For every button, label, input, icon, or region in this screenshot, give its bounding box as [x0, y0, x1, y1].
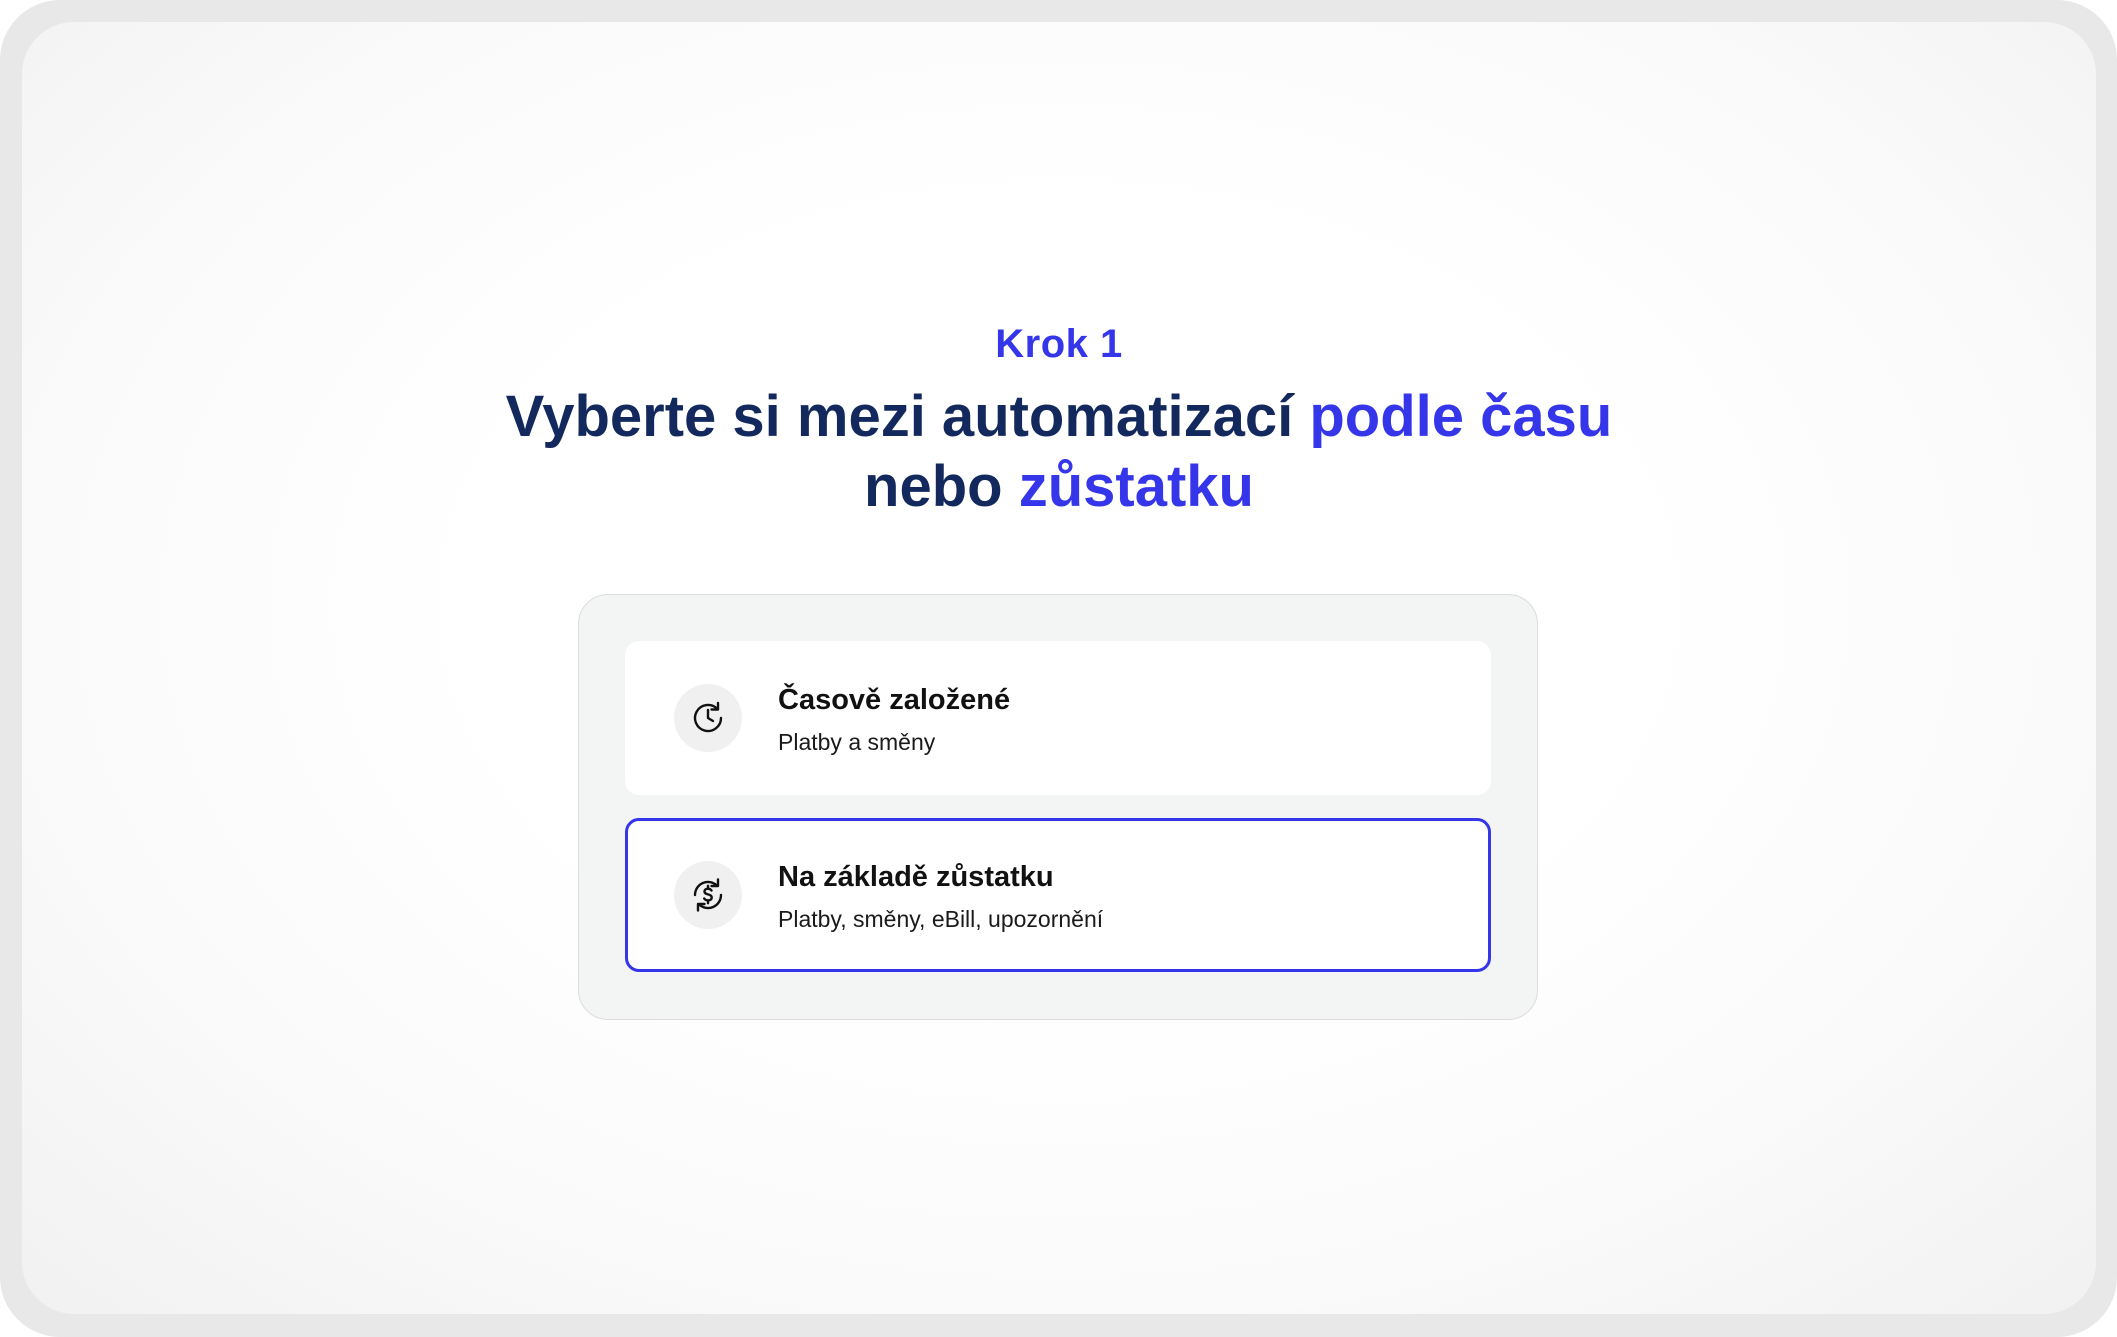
balance-cycle-icon	[674, 861, 742, 929]
option-balance-based[interactable]: Na základě zůstatku Platby, směny, eBill…	[625, 818, 1491, 972]
step-label: Krok 1	[995, 322, 1123, 366]
title-accent-time: podle času	[1309, 384, 1613, 449]
option-subtitle: Platby a směny	[778, 729, 936, 755]
title-text-part1: Vyberte si mezi automatizací	[505, 384, 1310, 449]
title-accent-balance: zůstatku	[1018, 454, 1254, 519]
option-title: Na základě zůstatku	[778, 861, 1054, 893]
option-time-based[interactable]: Časově založené Platby a směny	[625, 641, 1491, 795]
content-area: Krok 1 Vyberte si mezi automatizací podl…	[22, 22, 2096, 1314]
window-frame: Krok 1 Vyberte si mezi automatizací podl…	[0, 0, 2117, 1337]
option-subtitle: Platby, směny, eBill, upozornění	[778, 906, 1104, 932]
page-title: Vyberte si mezi automatizací podle času …	[22, 382, 2096, 522]
time-cycle-icon	[674, 684, 742, 752]
options-panel: Časově založené Platby a směny Na základ…	[578, 594, 1538, 1020]
title-text-part2: nebo	[864, 454, 1019, 519]
option-title: Časově založené	[778, 684, 1011, 716]
